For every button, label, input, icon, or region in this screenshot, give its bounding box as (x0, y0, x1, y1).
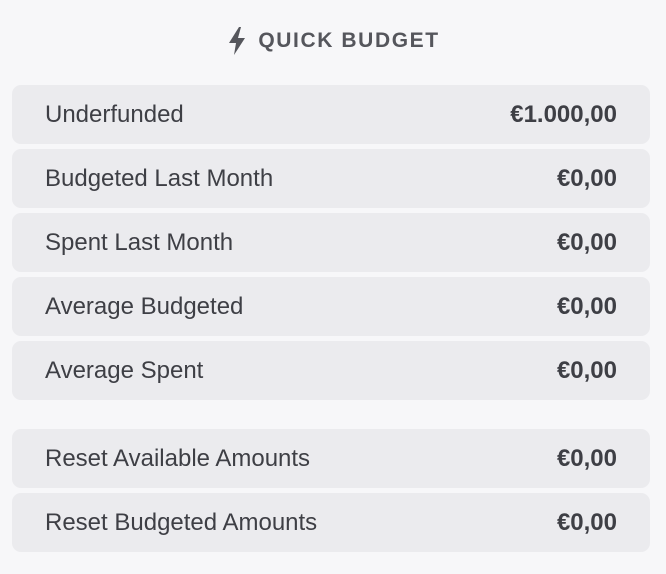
row-label: Average Budgeted (45, 292, 244, 320)
quick-budget-row-budgeted-last-month[interactable]: Budgeted Last Month €0,00 (12, 149, 650, 208)
row-label: Budgeted Last Month (45, 164, 274, 192)
row-value: €1.000,00 (510, 100, 617, 128)
lightning-bolt-icon (226, 26, 248, 56)
quick-budget-stats-list: Underfunded €1.000,00 Budgeted Last Mont… (12, 85, 650, 405)
quick-budget-row-average-spent[interactable]: Average Spent €0,00 (12, 341, 650, 400)
row-value: €0,00 (556, 508, 617, 536)
quick-budget-row-reset-budgeted[interactable]: Reset Budgeted Amounts €0,00 (12, 493, 650, 552)
row-value: €0,00 (556, 444, 617, 472)
row-label: Underfunded (45, 100, 184, 128)
row-value: €0,00 (556, 228, 617, 256)
quick-budget-row-spent-last-month[interactable]: Spent Last Month €0,00 (12, 213, 650, 272)
row-label: Average Spent (45, 356, 204, 384)
quick-budget-row-average-budgeted[interactable]: Average Budgeted €0,00 (12, 277, 650, 336)
quick-budget-row-underfunded[interactable]: Underfunded €1.000,00 (12, 85, 650, 144)
row-value: €0,00 (556, 356, 617, 384)
row-label: Spent Last Month (45, 228, 234, 256)
quick-budget-panel: QUICK BUDGET Underfunded €1.000,00 Budge… (0, 0, 666, 574)
quick-budget-header: QUICK BUDGET (0, 22, 666, 60)
quick-budget-reset-list: Reset Available Amounts €0,00 Reset Budg… (12, 429, 650, 557)
row-value: €0,00 (556, 292, 617, 320)
row-label: Reset Budgeted Amounts (45, 508, 318, 536)
quick-budget-row-reset-available[interactable]: Reset Available Amounts €0,00 (12, 429, 650, 488)
row-value: €0,00 (556, 164, 617, 192)
row-label: Reset Available Amounts (45, 444, 311, 472)
quick-budget-title: QUICK BUDGET (258, 29, 440, 52)
